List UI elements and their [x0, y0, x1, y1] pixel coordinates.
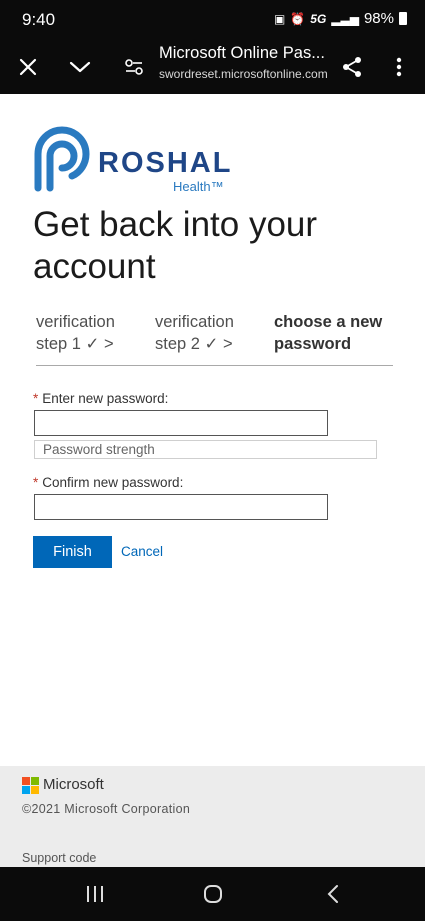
logo-subtitle: Health™	[173, 179, 224, 194]
page-settings-button[interactable]	[116, 40, 152, 94]
new-password-label-text: Enter new password:	[42, 391, 169, 406]
battery-icon	[399, 12, 407, 25]
recents-icon	[87, 886, 103, 902]
status-bar: 9:40 ▣ ⏰ 5G ▂▃▅ 98%	[0, 0, 425, 40]
share-icon	[343, 57, 361, 77]
step-2: verification step 2 ✓ >	[155, 311, 234, 355]
page-settings-icon	[125, 59, 143, 75]
copyright-text: ©2021 Microsoft Corporation	[22, 802, 191, 816]
new-password-label: * Enter new password:	[33, 391, 168, 406]
page-content: ROSHAL Health™ Get back into your accoun…	[0, 94, 425, 766]
step-2-line1: verification	[155, 313, 234, 331]
share-button[interactable]	[334, 40, 370, 94]
recents-button[interactable]	[65, 867, 125, 921]
system-nav-bar	[0, 867, 425, 921]
back-button[interactable]	[303, 867, 363, 921]
password-strength-indicator: Password strength	[34, 440, 377, 459]
microsoft-brand: Microsoft	[43, 776, 104, 793]
signal-icon: ▂▃▅	[331, 11, 359, 26]
status-icons: ▣ ⏰ 5G ▂▃▅ 98%	[274, 10, 407, 27]
page-title-bar[interactable]: Microsoft Online Pas...	[159, 44, 339, 63]
new-password-input[interactable]	[34, 410, 328, 436]
step-1-line1: verification	[36, 313, 115, 331]
step-3-current: choose a new password	[274, 311, 382, 355]
support-code-link[interactable]: Support code	[22, 851, 96, 865]
page-url[interactable]: swordreset.microsoftonline.com	[159, 67, 339, 81]
step-1: verification step 1 ✓ >	[36, 311, 115, 355]
required-marker: *	[33, 475, 39, 490]
step-3-line2: password	[274, 335, 352, 353]
home-button[interactable]	[183, 867, 243, 921]
close-icon	[19, 58, 37, 76]
page-title: Get back into your account	[33, 205, 318, 286]
confirm-password-input[interactable]	[34, 494, 328, 520]
logo-wordmark: ROSHAL	[98, 147, 233, 179]
step-3-line1: choose a new	[274, 313, 383, 331]
close-tab-button[interactable]	[10, 40, 46, 94]
confirm-password-label-text: Confirm new password:	[42, 475, 184, 490]
browser-toolbar: Microsoft Online Pas... swordreset.micro…	[0, 40, 425, 94]
finish-button[interactable]: Finish	[33, 536, 112, 568]
network-type: 5G	[310, 11, 327, 26]
progress-steps: verification step 1 ✓ > verification ste…	[36, 311, 393, 366]
more-vert-icon	[396, 57, 402, 77]
more-options-button[interactable]	[384, 40, 414, 94]
cancel-link[interactable]: Cancel	[121, 544, 163, 559]
confirm-password-label: * Confirm new password:	[33, 475, 183, 490]
step-2-line2: step 2 ✓ >	[155, 335, 233, 353]
notification-icon: ▣	[273, 11, 286, 26]
chevron-down-icon	[69, 61, 91, 73]
alarm-icon: ⏰	[290, 11, 306, 26]
status-time: 9:40	[22, 10, 56, 29]
minimize-button[interactable]	[62, 40, 98, 94]
home-icon	[204, 885, 222, 903]
page-footer: Microsoft ©2021 Microsoft Corporation Su…	[0, 766, 425, 867]
roshal-logo-icon	[34, 126, 90, 192]
battery-percent: 98%	[363, 10, 394, 27]
step-1-line2: step 1 ✓ >	[36, 335, 114, 353]
back-icon	[327, 885, 338, 903]
required-marker: *	[33, 391, 39, 406]
microsoft-logo-icon	[22, 777, 39, 794]
